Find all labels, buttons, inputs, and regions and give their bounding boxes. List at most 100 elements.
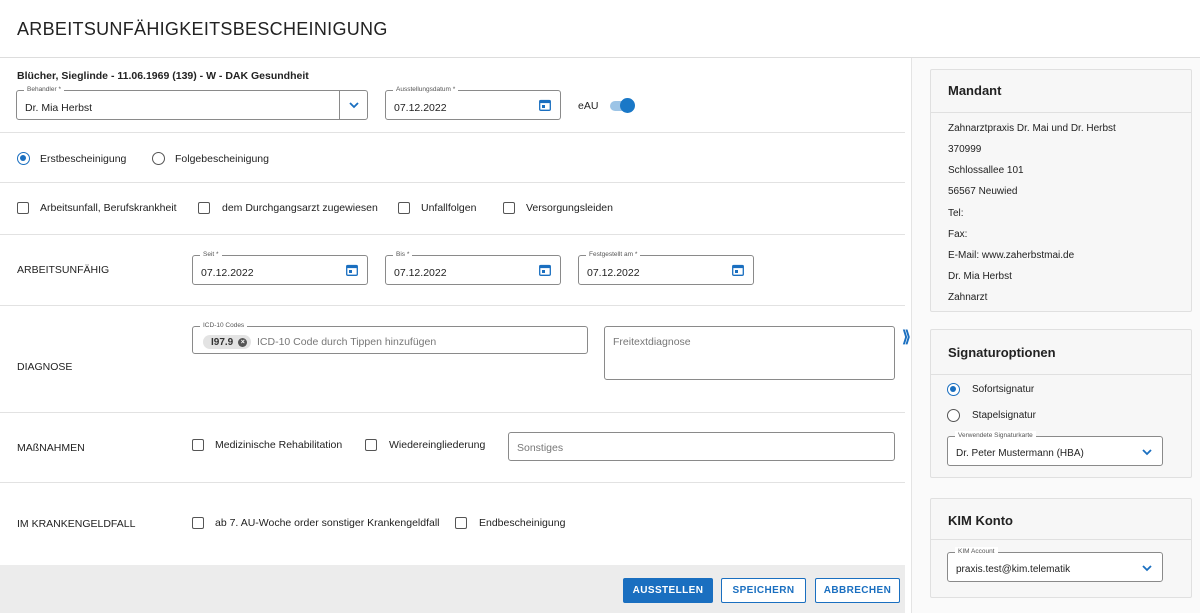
unfallfolgen-checkbox[interactable] — [398, 202, 410, 214]
form-area: Blücher, Sieglinde - 11.06.1969 (139) - … — [0, 58, 905, 613]
stapelsignatur-radio[interactable] — [947, 409, 960, 422]
unfallfolgen-label: Unfallfolgen — [421, 202, 477, 214]
mandant-title: Mandant — [948, 83, 1002, 98]
divider — [0, 482, 905, 483]
signaturkarte-value: Dr. Peter Mustermann (HBA) — [956, 448, 1084, 459]
calendar-icon[interactable] — [346, 264, 358, 276]
eau-toggle[interactable] — [609, 98, 635, 113]
folgebescheinigung-radio[interactable] — [152, 152, 165, 165]
festgestellt-value: 07.12.2022 — [587, 267, 640, 279]
mandant-line: 370999 — [948, 144, 982, 155]
card-divider — [931, 539, 1191, 540]
card-divider — [931, 112, 1191, 113]
abbrechen-button[interactable]: ABBRECHEN — [815, 578, 900, 603]
mandant-card: Mandant Zahnarztpraxis Dr. Mai und Dr. H… — [930, 69, 1192, 312]
ausstellungsdatum-field[interactable]: Ausstellungsdatum * 07.12.2022 — [385, 85, 561, 120]
endbescheinigung-label: Endbescheinigung — [479, 517, 566, 529]
divider — [0, 132, 905, 133]
page-title: ARBEITSUNFÄHIGKEITSBESCHEINIGUNG — [17, 19, 388, 39]
behandler-label: Behandler * — [24, 85, 64, 95]
icd-input-placeholder: ICD-10 Code durch Tippen hinzufügen — [257, 336, 437, 348]
calendar-icon[interactable] — [539, 99, 551, 111]
divider — [0, 182, 905, 183]
ausstellungsdatum-value: 07.12.2022 — [394, 102, 447, 114]
kim-account-label: KIM Account — [955, 547, 998, 557]
icd-codes-label: ICD-10 Codes — [200, 321, 248, 331]
wiedereingliederung-label: Wiedereingliederung — [389, 439, 486, 451]
signatur-card: Signaturoptionen Sofortsignatur Stapelsi… — [930, 329, 1192, 478]
mandant-line: Zahnarztpraxis Dr. Mai und Dr. Herbst — [948, 123, 1116, 134]
versorgungsleiden-checkbox[interactable] — [503, 202, 515, 214]
durchgangsarzt-checkbox[interactable] — [198, 202, 210, 214]
divider — [0, 412, 905, 413]
folgebescheinigung-label: Folgebescheinigung — [175, 153, 269, 165]
freitextdiagnose-field[interactable]: Freitextdiagnose — [604, 326, 895, 380]
rehabilitation-label: Medizinische Rehabilitation — [215, 439, 343, 451]
bis-label: Bis * — [393, 250, 413, 260]
seit-field[interactable]: Seit * 07.12.2022 — [192, 250, 368, 285]
patient-info: Blücher, Sieglinde - 11.06.1969 (139) - … — [17, 70, 309, 82]
diagnose-label: DIAGNOSE — [17, 361, 73, 373]
sonstiges-input[interactable]: Sonstiges — [508, 432, 895, 461]
mandant-line: Dr. Mia Herbst — [948, 271, 1012, 282]
behandler-select[interactable]: Behandler * Dr. Mia Herbst — [16, 85, 368, 120]
icd-codes-field[interactable]: ICD-10 Codes I97.9 × ICD-10 Code durch T… — [192, 321, 588, 354]
icd-chip[interactable]: I97.9 × — [203, 335, 252, 349]
double-chevron-right-icon[interactable]: ⟫ — [902, 330, 911, 346]
seit-value: 07.12.2022 — [201, 267, 254, 279]
divider — [0, 234, 905, 235]
eau-toggle-thumb — [620, 98, 635, 113]
durchgangsarzt-label: dem Durchgangsarzt zugewiesen — [222, 202, 378, 214]
bis-field[interactable]: Bis * 07.12.2022 — [385, 250, 561, 285]
wiedereingliederung-checkbox[interactable] — [365, 439, 377, 451]
erstbescheinigung-label: Erstbescheinigung — [40, 153, 127, 165]
eau-label: eAU — [578, 100, 599, 112]
signaturkarte-select[interactable]: Verwendete Signaturkarte Dr. Peter Muste… — [947, 431, 1163, 466]
speichern-button[interactable]: SPEICHERN — [721, 578, 806, 603]
mandant-line: Schlossallee 101 — [948, 165, 1024, 176]
festgestellt-field[interactable]: Festgestellt am * 07.12.2022 — [578, 250, 754, 285]
card-divider — [931, 374, 1191, 375]
freitextdiagnose-placeholder: Freitextdiagnose — [613, 336, 691, 348]
sidebar: Mandant Zahnarztpraxis Dr. Mai und Dr. H… — [911, 58, 1200, 613]
erstbescheinigung-radio[interactable] — [17, 152, 30, 165]
chevron-down-icon[interactable] — [1142, 563, 1152, 573]
sonstiges-placeholder: Sonstiges — [517, 442, 564, 454]
ausstellen-button[interactable]: AUSSTELLEN — [623, 578, 713, 603]
remove-chip-icon[interactable]: × — [238, 337, 248, 347]
kim-account-value: praxis.test@kim.telematik — [956, 564, 1071, 575]
kim-card: KIM Konto KIM Account praxis.test@kim.te… — [930, 498, 1192, 598]
arbeitsunfall-label: Arbeitsunfall, Berufskrankheit — [40, 202, 177, 214]
mandant-line: 56567 Neuwied — [948, 186, 1018, 197]
sofortsignatur-label: Sofortsignatur — [972, 384, 1035, 395]
massnahmen-label: MAßNAHMEN — [17, 442, 85, 454]
signaturkarte-label: Verwendete Signaturkarte — [955, 431, 1036, 441]
chevron-down-icon[interactable] — [1142, 447, 1152, 457]
arbeitsunfaehig-label: ARBEITSUNFÄHIG — [17, 264, 110, 276]
krankengeldfall-checkbox[interactable] — [192, 517, 204, 529]
divider — [0, 305, 905, 306]
bis-value: 07.12.2022 — [394, 267, 447, 279]
rehabilitation-checkbox[interactable] — [192, 439, 204, 451]
calendar-icon[interactable] — [539, 264, 551, 276]
mandant-line: Fax: — [948, 229, 968, 240]
mandant-line: E-Mail: www.zaherbstmai.de — [948, 250, 1075, 261]
signatur-title: Signaturoptionen — [948, 345, 1056, 360]
seit-label: Seit * — [200, 250, 222, 260]
sofortsignatur-radio[interactable] — [947, 383, 960, 396]
kim-account-select[interactable]: KIM Account praxis.test@kim.telematik — [947, 547, 1163, 582]
stapelsignatur-label: Stapelsignatur — [972, 410, 1036, 421]
krankengeldfall-option-label: ab 7. AU-Woche order sonstiger Krankenge… — [215, 517, 440, 529]
chevron-down-icon — [348, 101, 359, 108]
versorgungsleiden-label: Versorgungsleiden — [526, 202, 613, 214]
mandant-line: Tel: — [948, 208, 964, 219]
endbescheinigung-checkbox[interactable] — [455, 517, 467, 529]
arbeitsunfall-checkbox[interactable] — [17, 202, 29, 214]
krankengeldfall-label: IM KRANKENGELDFALL — [17, 518, 136, 530]
calendar-icon[interactable] — [732, 264, 744, 276]
kim-title: KIM Konto — [948, 513, 1013, 528]
behandler-dropdown-button[interactable] — [339, 91, 367, 119]
behandler-value: Dr. Mia Herbst — [25, 102, 93, 114]
icd-chip-text: I97.9 — [211, 336, 234, 348]
footer-bar: AUSSTELLEN SPEICHERN ABBRECHEN — [0, 565, 905, 613]
